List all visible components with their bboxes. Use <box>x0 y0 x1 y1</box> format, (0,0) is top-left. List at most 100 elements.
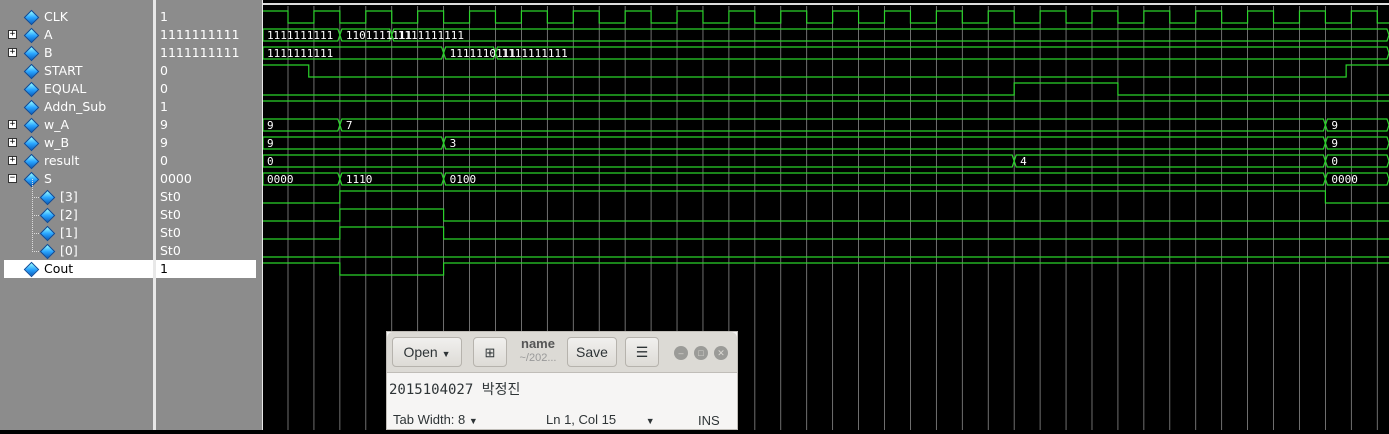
bus-value-label: 1110 <box>346 173 373 186</box>
bus-value-label: 1111111111 <box>398 29 464 42</box>
signal-name: B <box>44 45 53 60</box>
bit-waveform <box>263 190 1389 204</box>
editor-statusbar: Tab Width: 8 ▼ Ln 1, Col 15 ▼ INS <box>387 408 737 430</box>
signal-icon <box>23 27 40 44</box>
chevron-down-icon: ▼ <box>645 416 655 426</box>
bus-value-label: 9 <box>1331 119 1338 132</box>
signal-name: result <box>44 153 80 168</box>
signal-row-3[interactable]: [3] <box>0 179 153 206</box>
bit-waveform <box>263 262 1389 276</box>
signal-name: [1] <box>60 225 78 240</box>
signal-name: S <box>44 171 52 186</box>
signal-row-result[interactable]: + result <box>0 152 153 170</box>
minimize-icon[interactable]: – <box>674 346 688 360</box>
signal-value: 1 <box>160 9 168 24</box>
signal-name: Addn_Sub <box>44 99 107 114</box>
bus-value-label: 7 <box>346 119 353 132</box>
bit-waveform <box>263 208 1389 222</box>
text-editor-window: Open ▼ ⊞ name ~/202... Save ☰ – □ ✕ 2015… <box>386 331 738 430</box>
signal-value: 1111111111 <box>160 45 240 60</box>
menu-button[interactable]: ☰ <box>625 337 659 367</box>
signal-name: [3] <box>60 189 78 204</box>
new-document-button[interactable]: ⊞ <box>473 337 507 367</box>
signal-value: 9 <box>160 135 168 150</box>
signal-value: 0 <box>160 63 168 78</box>
signal-icon <box>23 9 40 26</box>
signal-row-w_A[interactable]: + w_A <box>0 116 153 134</box>
signal-value: 1111111111 <box>160 27 240 42</box>
signal-row-Addn_Sub[interactable]: Addn_Sub <box>0 98 153 116</box>
save-button[interactable]: Save <box>567 337 617 367</box>
signal-icon <box>23 261 40 278</box>
hamburger-icon: ☰ <box>635 344 649 360</box>
signal-row-Cout[interactable]: Cout <box>4 260 153 278</box>
bus-value-label: 1111111111 <box>501 47 567 60</box>
bus-value-label: 0000 <box>1331 173 1358 186</box>
tab-width-selector[interactable]: Tab Width: 8 ▼ <box>393 412 478 427</box>
editor-text-area[interactable]: 2015104027 박정진 <box>389 379 520 399</box>
expand-icon[interactable]: + <box>8 48 17 57</box>
signal-name: EQUAL <box>44 81 87 96</box>
bus-value-label: 0 <box>267 155 274 168</box>
signal-values-pane: 1 1111111111 1111111111 0 0 1 9 9 0 0000 St0 St0 St0… <box>155 0 257 430</box>
signal-icon <box>23 117 40 134</box>
bus-value-label: 9 <box>267 119 274 132</box>
signal-row-EQUAL[interactable]: EQUAL <box>0 80 153 98</box>
signal-row-2[interactable]: [2] <box>0 197 153 224</box>
bus-segment <box>494 46 1389 60</box>
cursor-position-label: Ln 1, Col 15 <box>546 412 617 427</box>
signal-name: [0] <box>60 243 78 258</box>
bus-value-label: 0 <box>1331 155 1338 168</box>
expand-icon[interactable]: + <box>8 120 17 129</box>
open-button-label: Open <box>403 344 438 360</box>
close-icon[interactable]: ✕ <box>714 346 728 360</box>
signal-names-pane: CLK + A + B START EQUAL Addn_Sub + w_A + w_B + result… <box>0 0 155 430</box>
signal-name: w_A <box>44 117 70 132</box>
signal-name: A <box>44 27 53 42</box>
signal-row-0[interactable]: [0] <box>0 233 153 260</box>
tab-width-label: Tab Width: 8 <box>393 412 466 427</box>
signal-value: 1 <box>160 99 168 114</box>
signal-row-B[interactable]: + B <box>0 44 153 62</box>
bus-value-label: 0100 <box>450 173 477 186</box>
expand-icon[interactable]: + <box>8 156 17 165</box>
clock-waveform <box>263 10 1389 24</box>
signal-row-1[interactable]: [1] <box>0 215 153 242</box>
signal-row-A[interactable]: + A <box>0 26 153 44</box>
signal-value: 1 <box>156 260 256 278</box>
expand-icon[interactable]: + <box>8 138 17 147</box>
document-title: name ~/202... <box>515 336 561 366</box>
signal-value: 0 <box>160 81 168 96</box>
signal-row-w_B[interactable]: + w_B <box>0 134 153 152</box>
signal-row-S[interactable]: − S <box>0 170 153 188</box>
chevron-down-icon: ▼ <box>441 349 451 359</box>
chevron-down-icon: ▼ <box>468 416 478 426</box>
signal-name: CLK <box>44 9 68 24</box>
bus-value-label: 0000 <box>267 173 294 186</box>
signal-name: Cout <box>44 261 74 276</box>
collapse-icon[interactable]: − <box>8 174 17 183</box>
bus-segment <box>262 118 341 132</box>
bus-segment <box>262 136 445 150</box>
bus-value-label: 4 <box>1020 155 1027 168</box>
signal-row-START[interactable]: START <box>0 62 153 80</box>
save-button-label: Save <box>576 344 608 360</box>
expand-icon[interactable]: + <box>8 30 17 39</box>
signal-icon <box>23 63 40 80</box>
bus-value-label: 3 <box>450 137 457 150</box>
bit-waveform <box>263 82 1389 96</box>
bus-value-label: 1111111111 <box>267 47 333 60</box>
bus-segment <box>262 154 1015 168</box>
bit-waveform <box>263 226 1389 240</box>
signal-row-CLK[interactable]: CLK <box>0 8 153 26</box>
pane-splitter[interactable] <box>256 0 263 430</box>
signal-icon <box>23 45 40 62</box>
maximize-icon[interactable]: □ <box>694 346 708 360</box>
signal-icon <box>23 81 40 98</box>
signal-name: [2] <box>60 207 78 222</box>
open-button[interactable]: Open ▼ <box>392 337 462 367</box>
document-path: ~/202... <box>519 352 557 364</box>
signal-value: St0 <box>160 207 181 222</box>
bus-value-label: 9 <box>1331 137 1338 150</box>
cursor-position-selector[interactable]: Ln 1, Col 15 ▼ <box>546 412 655 427</box>
